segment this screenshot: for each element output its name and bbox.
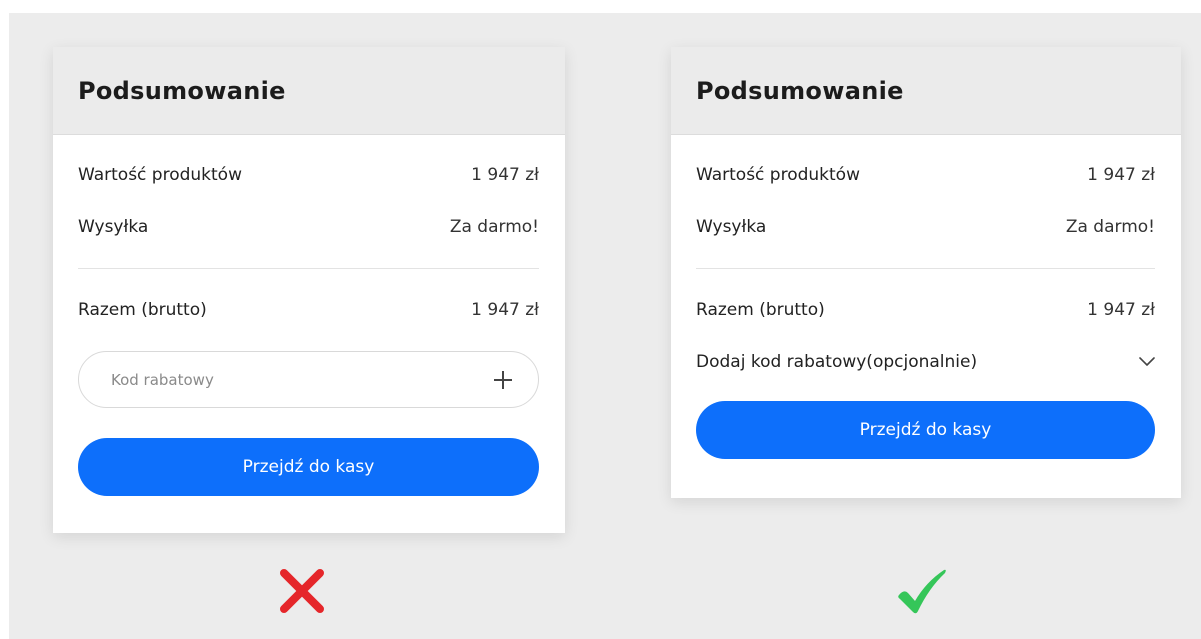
summary-divider	[696, 268, 1155, 269]
order-summary-card-bad: Podsumowanie Wartość produktów 1 947 zł …	[53, 47, 565, 533]
shipping-value: Za darmo!	[1065, 217, 1155, 237]
products-value-row: Wartość produktów 1 947 zł	[78, 165, 539, 185]
total-value: 1 947 zł	[471, 300, 539, 320]
shipping-label: Wysyłka	[696, 217, 767, 237]
discount-toggle-label: Dodaj kod rabatowy(opcjonalnie)	[696, 352, 978, 372]
card-header: Podsumowanie	[671, 47, 1181, 135]
coupon-field	[78, 351, 539, 408]
checkmark-icon	[898, 569, 946, 614]
total-row: Razem (brutto) 1 947 zł	[696, 300, 1155, 320]
total-label: Razem (brutto)	[696, 300, 825, 320]
shipping-value: Za darmo!	[449, 217, 539, 237]
shipping-row: Wysyłka Za darmo!	[696, 217, 1155, 237]
total-row: Razem (brutto) 1 947 zł	[78, 300, 539, 320]
total-value: 1 947 zł	[1087, 300, 1155, 320]
summary-divider	[78, 268, 539, 269]
products-value-label: Wartość produktów	[696, 165, 860, 185]
products-value-amount: 1 947 zł	[471, 165, 539, 185]
comparison-stage: Podsumowanie Wartość produktów 1 947 zł …	[9, 13, 1201, 639]
card-title: Podsumowanie	[78, 76, 286, 105]
order-summary-card-good: Podsumowanie Wartość produktów 1 947 zł …	[671, 47, 1181, 498]
total-label: Razem (brutto)	[78, 300, 207, 320]
card-title: Podsumowanie	[696, 76, 904, 105]
products-value-label: Wartość produktów	[78, 165, 242, 185]
shipping-row: Wysyłka Za darmo!	[78, 217, 539, 237]
products-value-amount: 1 947 zł	[1087, 165, 1155, 185]
checkout-button[interactable]: Przejdź do kasy	[696, 401, 1155, 459]
products-value-row: Wartość produktów 1 947 zł	[696, 165, 1155, 185]
discount-code-toggle[interactable]: Dodaj kod rabatowy(opcjonalnie)	[696, 352, 1155, 372]
card-header: Podsumowanie	[53, 47, 565, 135]
chevron-down-icon	[1139, 357, 1155, 366]
shipping-label: Wysyłka	[78, 217, 149, 237]
checkout-button[interactable]: Przejdź do kasy	[78, 438, 539, 496]
plus-icon[interactable]	[494, 370, 512, 389]
coupon-input[interactable]	[109, 369, 433, 390]
cross-icon	[280, 569, 324, 613]
